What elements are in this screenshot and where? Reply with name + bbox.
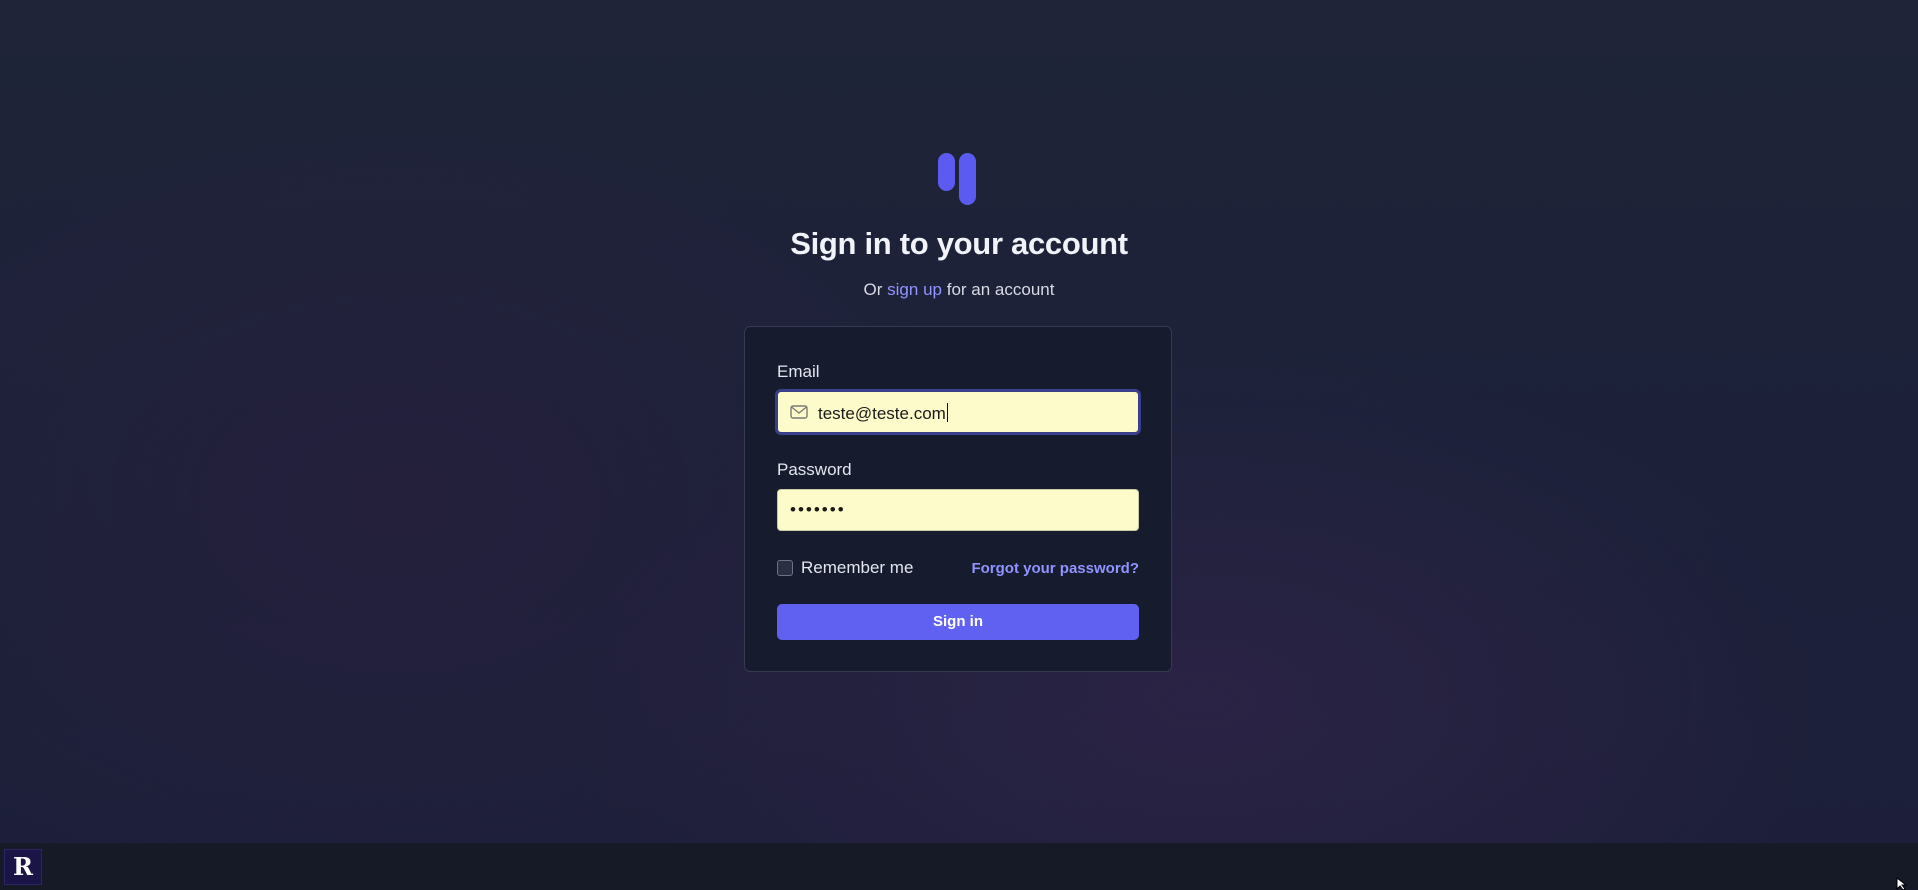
logo-bar-right [959,153,976,205]
email-field[interactable]: teste@teste.com [777,391,1139,433]
password-label: Password [777,460,852,479]
password-field[interactable]: ••••••• [777,489,1139,531]
login-page: Sign in to your account Or sign up for a… [0,0,1918,843]
page-subtitle: Or sign up for an account [0,280,1918,300]
subtitle-suffix: for an account [946,280,1055,299]
remember-checkbox[interactable] [777,560,793,576]
page-title: Sign in to your account [790,226,1128,261]
taskbar: R [0,843,1918,890]
email-text: teste@teste.com [818,404,946,423]
mail-icon [790,405,808,419]
sign-in-button[interactable]: Sign in [777,604,1139,640]
email-label: Email [777,362,820,381]
signup-link[interactable]: sign up [887,280,942,299]
remember-me[interactable]: Remember me [777,558,913,578]
mouse-cursor-icon [1896,877,1908,890]
login-card: Email teste@teste.com Password ••••••• R… [744,326,1172,672]
forgot-password-link[interactable]: Forgot your password? [971,560,1139,577]
brand-logo [938,153,978,205]
app-launcher-icon[interactable]: R [4,849,42,885]
text-caret [946,403,948,422]
remember-label: Remember me [801,558,914,577]
email-value: teste@teste.com [818,403,948,424]
subtitle-prefix: Or [863,280,883,299]
logo-bar-left [938,153,955,191]
